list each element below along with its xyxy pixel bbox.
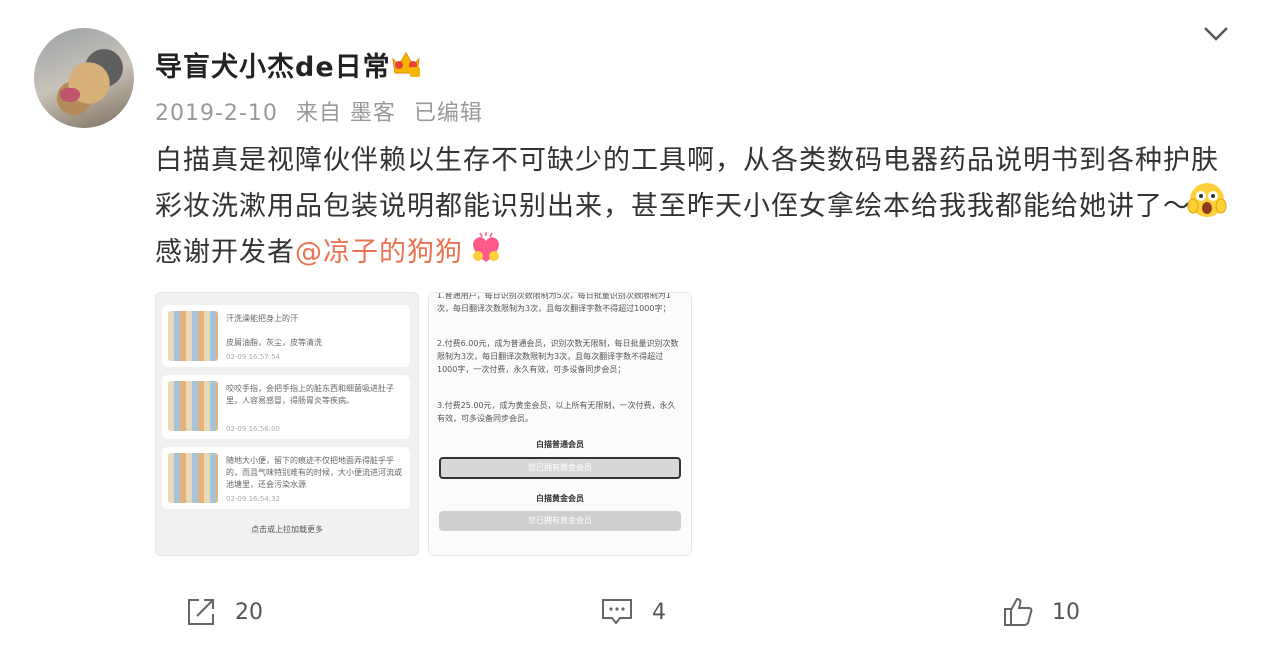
comment-icon	[602, 599, 632, 625]
username[interactable]: 导盲犬小杰de日常	[155, 45, 391, 84]
standard-member-heading: 白描普通会员	[536, 440, 584, 449]
like-count: 10	[1052, 599, 1080, 625]
card-text: 咬咬手指，会把手指上的脏东西和细菌吸进肚子里，人容易感冒，得肠胃炎等疾病。	[226, 384, 394, 405]
membership-rule-3: 3.付费25.00元，成为黄金会员，以上所有无限制，一次付费，永久有效，可多设备…	[437, 401, 676, 423]
standard-member-button: 您已拥有黄金会员	[439, 457, 681, 479]
post-source: 来自 墨客	[295, 101, 396, 126]
edited-label: 已编辑	[413, 101, 483, 126]
thumbs-up-icon	[1004, 597, 1033, 626]
list-item: 汗洗澡能把身上的汗 皮屑油脂，灰尘，皮等清洗 02-09 16:57:54	[162, 305, 410, 367]
mention-link[interactable]: @凉子的狗狗	[295, 237, 463, 268]
post-meta: 2019-2-10 来自 墨客 已编辑	[155, 95, 493, 127]
comment-count: 4	[652, 599, 666, 625]
gold-member-button: 您已拥有黄金会员	[439, 511, 681, 531]
heart-hands-emoji-icon	[473, 232, 499, 262]
like-button[interactable]: 10	[1002, 596, 1080, 628]
surprised-face-emoji-icon	[1187, 183, 1227, 217]
repost-icon	[188, 599, 214, 625]
card-time: 02-09 16:57:54	[226, 353, 281, 361]
membership-rule-2: 2.付费6.00元，成为普通会员，识别次数无限制，每日批量识别次数限制为3次，每…	[437, 339, 679, 374]
post-text-line3-prefix: 感谢开发者	[155, 237, 295, 268]
attached-image-1[interactable]: 汗洗澡能把身上的汗 皮屑油脂，灰尘，皮等清洗 02-09 16:57:54 咬咬…	[155, 292, 419, 556]
post-date[interactable]: 2019-2-10	[155, 101, 278, 126]
attached-image-2[interactable]: 1.普通用户，每日识别次数限制为5次，每日批量识别次数限制为1次，每日翻译次数限…	[428, 292, 692, 556]
card-text: 随地大小便，留下的痕迹不仅把地面弄得脏乎乎的，而且气味特别难有的时候，大小便流进…	[226, 456, 402, 489]
list-item: 随地大小便，留下的痕迹不仅把地面弄得脏乎乎的，而且气味特别难有的时候，大小便流进…	[162, 447, 410, 509]
thumbnail-image	[168, 311, 218, 361]
load-more-text: 点击或上拉加载更多	[251, 525, 323, 534]
membership-rule-1: 1.普通用户，每日识别次数限制为5次，每日批量识别次数限制为1次，每日翻译次数限…	[437, 292, 671, 313]
post-text-line2: 彩妆洗漱用品包装说明都能识别出来，甚至昨天小侄女拿绘本给我我都能给她讲了～	[155, 191, 1191, 222]
list-item: 咬咬手指，会把手指上的脏东西和细菌吸进肚子里，人容易感冒，得肠胃炎等疾病。 02…	[162, 375, 410, 439]
post-text-line3: 感谢开发者@凉子的狗狗	[155, 230, 463, 269]
thumbnail-image	[168, 453, 218, 503]
card-time: 02-09 16:56:00	[226, 425, 281, 433]
post-text-line1: 白描真是视障伙伴赖以生存不可缺少的工具啊，从各类数码电器药品说明书到各种护肤	[155, 145, 1219, 176]
thumbnail-image	[168, 381, 218, 431]
crown-badge-icon	[392, 52, 420, 77]
comment-button[interactable]: 4	[600, 596, 666, 628]
chevron-down-icon[interactable]	[1203, 26, 1229, 42]
card-text: 汗洗澡能把身上的汗 皮屑油脂，灰尘，皮等清洗	[226, 314, 322, 347]
repost-count: 20	[235, 599, 263, 625]
repost-button[interactable]: 20	[185, 596, 263, 628]
dog-tongue	[60, 88, 80, 102]
card-time: 02-09 16:54:32	[226, 495, 281, 503]
avatar[interactable]	[34, 28, 134, 128]
gold-member-heading: 白描黄金会员	[536, 494, 584, 503]
